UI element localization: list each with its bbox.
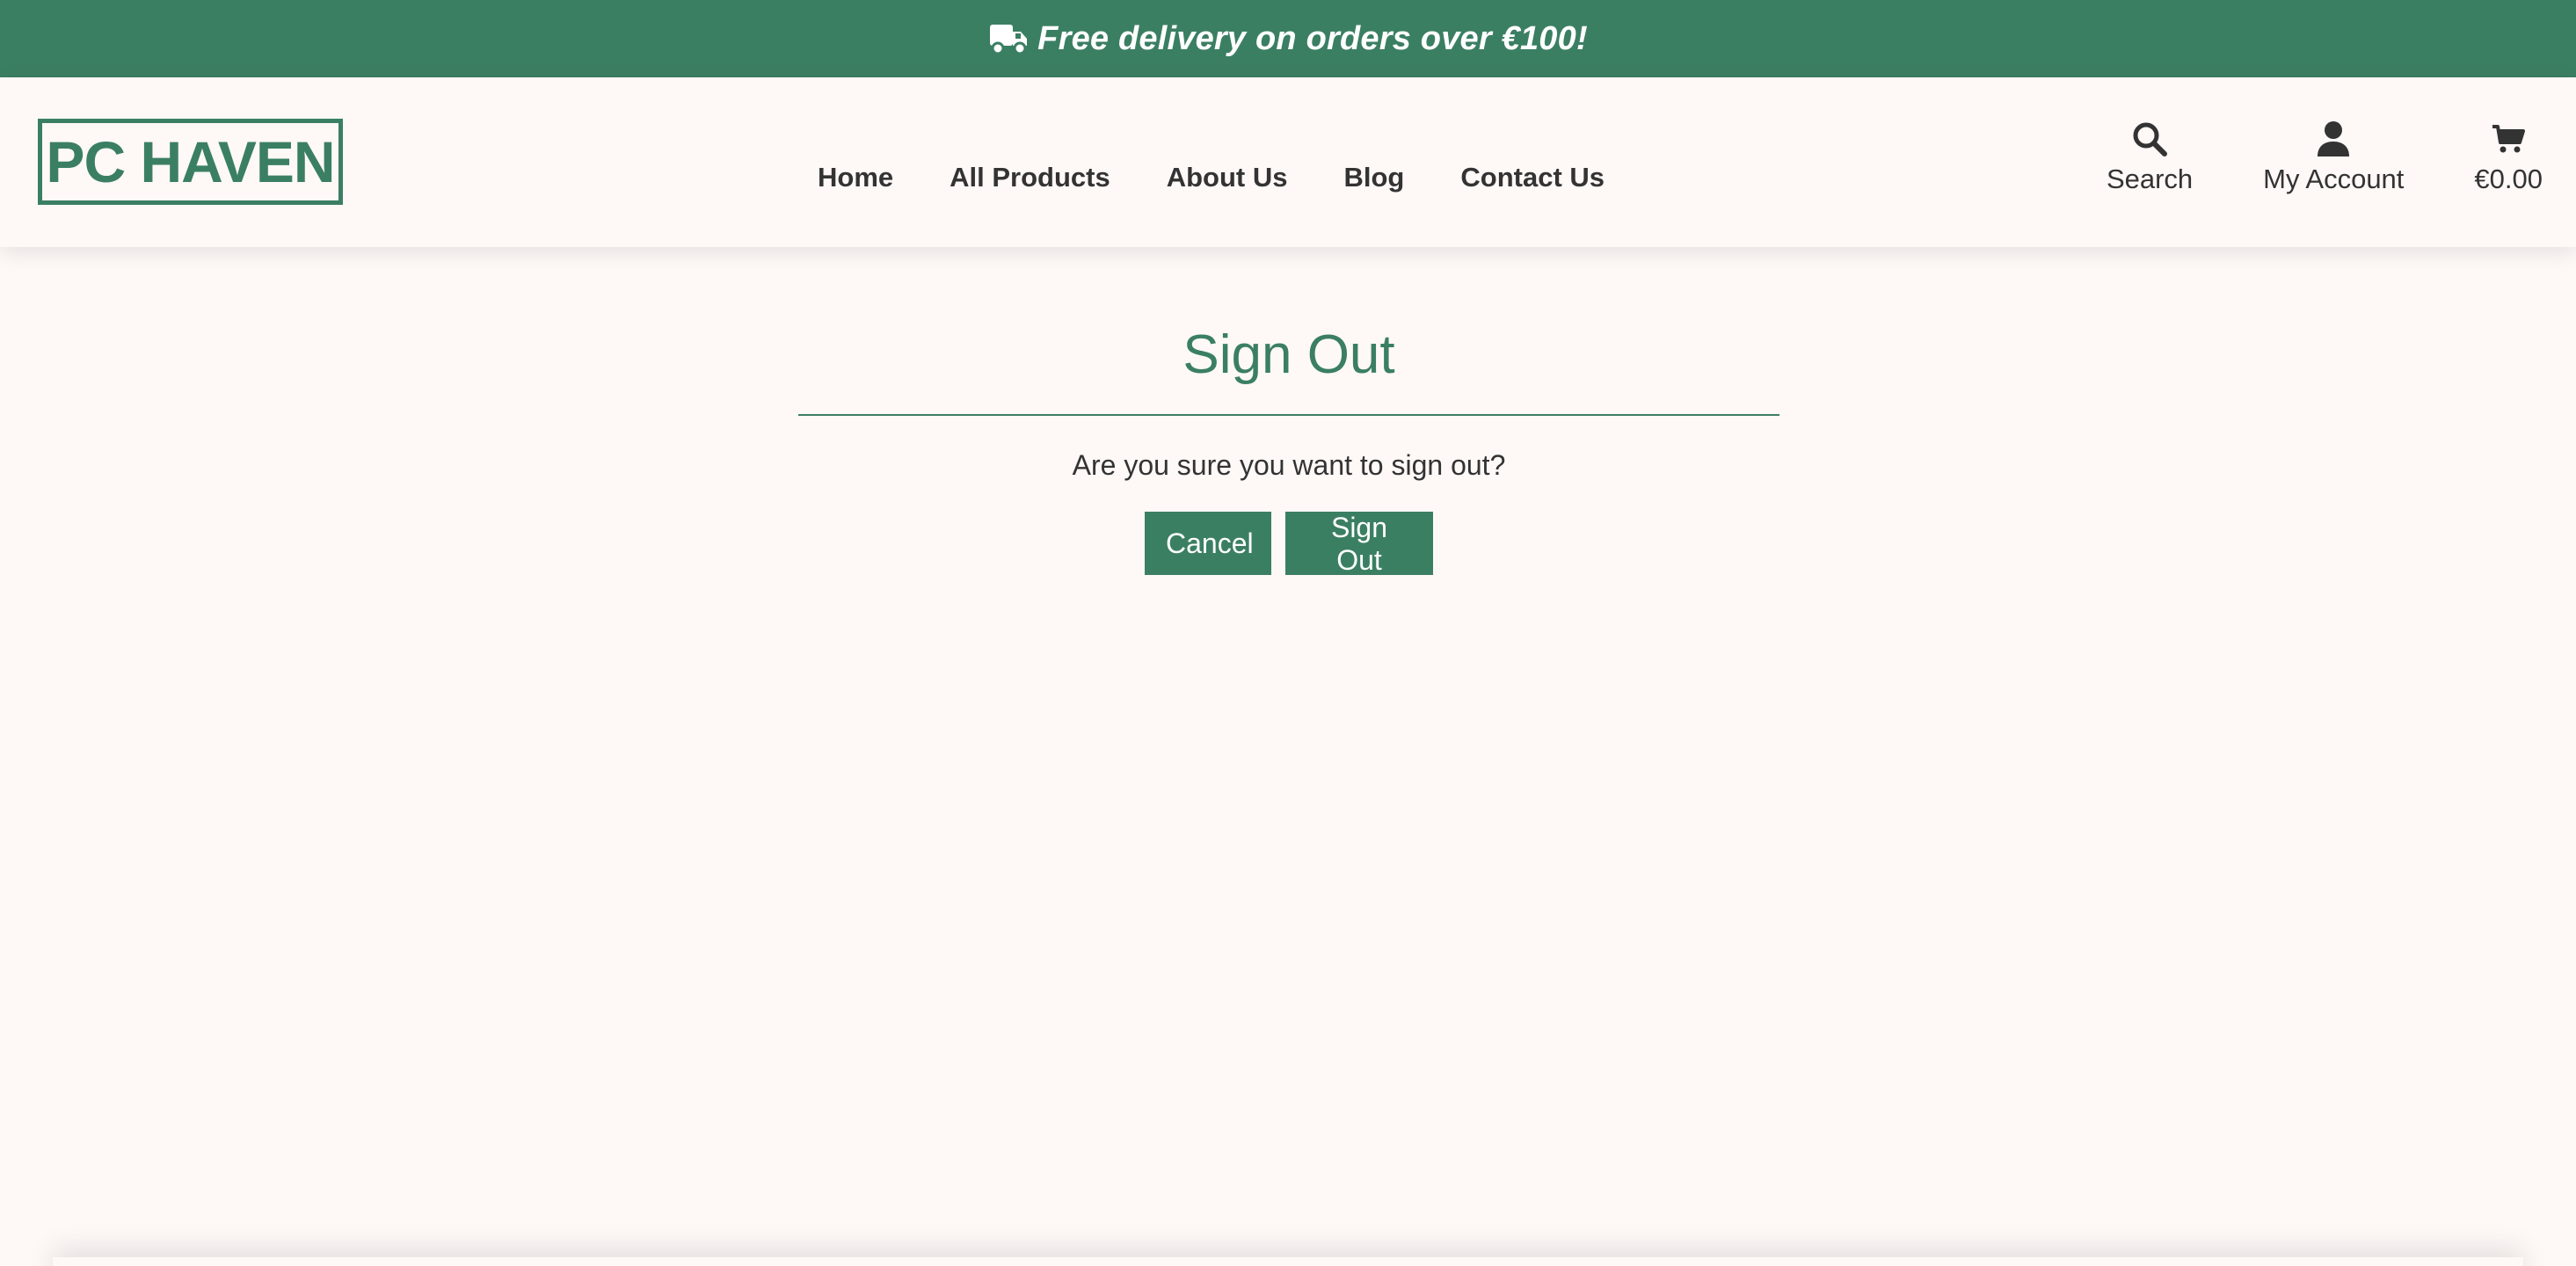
search-icon — [2130, 120, 2169, 158]
user-icon — [2314, 120, 2353, 158]
sign-out-button[interactable]: Sign Out — [1285, 512, 1433, 576]
nav-link-all-products[interactable]: All Products — [950, 162, 1110, 193]
signout-panel: Sign Out Are you sure you want to sign o… — [798, 247, 1779, 576]
search-label: Search — [2106, 164, 2194, 194]
header-actions: Search My Account €0.00 — [2107, 120, 2543, 195]
truck-icon — [988, 21, 1029, 56]
nav-link-home[interactable]: Home — [818, 162, 893, 193]
site-logo[interactable]: PC HAVEN — [38, 119, 343, 205]
page-title: Sign Out — [1182, 324, 1395, 385]
title-divider — [798, 414, 1779, 416]
cancel-button[interactable]: Cancel — [1145, 512, 1271, 575]
site-header: PC HAVEN Home All Products About Us Blog… — [0, 77, 2576, 247]
footer-edge — [53, 1257, 2523, 1266]
my-account-button[interactable]: My Account — [2263, 120, 2404, 195]
nav-link-blog[interactable]: Blog — [1344, 162, 1405, 193]
my-account-label: My Account — [2263, 164, 2405, 194]
button-row: Cancel Sign Out — [798, 512, 1779, 576]
cart-button[interactable]: €0.00 — [2474, 120, 2543, 195]
promo-text: Free delivery on orders over €100! — [1037, 19, 1588, 57]
nav-link-about-us[interactable]: About Us — [1167, 162, 1288, 193]
main-content: Sign Out Are you sure you want to sign o… — [0, 247, 2576, 1266]
cart-total: €0.00 — [2474, 164, 2543, 194]
cart-icon — [2489, 120, 2528, 158]
search-button[interactable]: Search — [2107, 120, 2193, 195]
nav-link-contact-us[interactable]: Contact Us — [1460, 162, 1605, 193]
main-nav: Home All Products About Us Blog Contact … — [818, 155, 1605, 200]
promo-banner: Free delivery on orders over €100! — [0, 0, 2576, 77]
signout-confirm-text: Are you sure you want to sign out? — [1072, 449, 1506, 481]
